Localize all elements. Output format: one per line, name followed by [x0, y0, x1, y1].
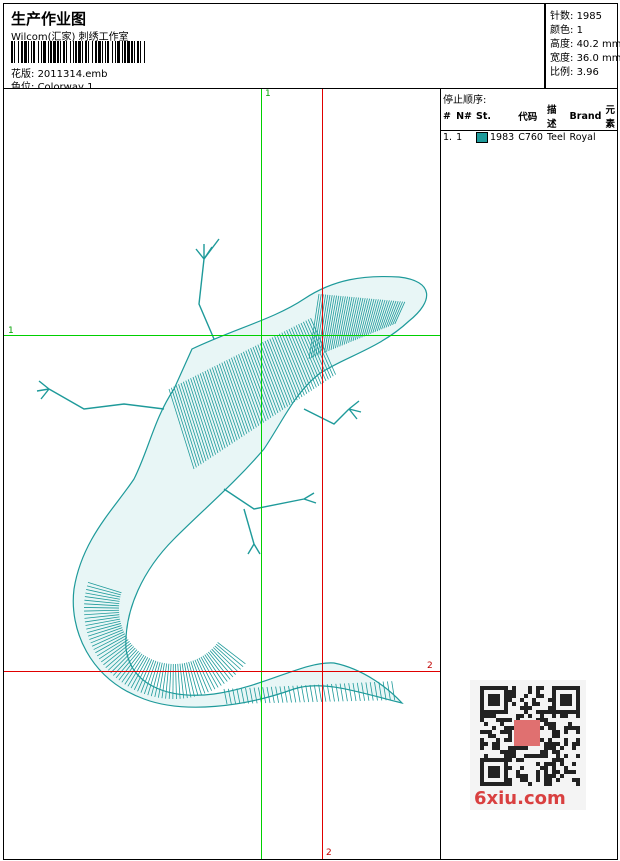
- col-desc: 描述: [546, 105, 557, 130]
- row-stitches: 1983: [474, 130, 517, 143]
- lizard-toe: [243, 508, 255, 545]
- guide-label-green-top: 1: [265, 89, 271, 99]
- qr-code-image: [480, 686, 580, 786]
- design-width: 宽度: 36.0 mm: [550, 53, 620, 64]
- lizard-body-shape: [72, 275, 428, 708]
- lizard-leg-rear-right: [223, 488, 305, 510]
- scale-ratio: 比例: 3.96: [550, 67, 599, 78]
- barcode: [11, 41, 145, 63]
- row-code: C760: [516, 130, 545, 143]
- design-canvas[interactable]: 1 1 2 2: [3, 88, 441, 860]
- col-n: N#: [456, 110, 472, 122]
- page-title: 生产作业图: [11, 10, 87, 28]
- stitch-count: 针数: 1985: [550, 11, 603, 22]
- col-code: 代码: [518, 112, 538, 123]
- col-element: 元素: [605, 105, 615, 130]
- row-desc: Teel: [544, 130, 568, 143]
- table-header-row: # N# St. 代码 描述 Brand 元素: [441, 102, 618, 131]
- lizard-leg-rear-left: [48, 388, 165, 410]
- col-brand: Brand: [569, 110, 602, 122]
- guide-label-red-bottom: 2: [326, 848, 332, 858]
- stats-panel: 针数: 1985 颜色: 1 高度: 40.2 mm 宽度: 36.0 mm 比…: [545, 3, 620, 89]
- stop-sequence-table: # N# St. 代码 描述 Brand 元素 1. 1 1983 C760 T…: [441, 102, 618, 143]
- header-panel: 生产作业图 Wilcom(汇家) 刺绣工作室 花版: 2011314.emb 色…: [3, 3, 545, 93]
- design-height: 高度: 40.2 mm: [550, 39, 620, 50]
- guide-label-green-left: 1: [8, 326, 14, 336]
- watermark-text: 6xiu.com: [474, 788, 566, 809]
- col-index: #: [443, 110, 451, 122]
- col-stitches: St.: [476, 110, 491, 122]
- qr-watermark: 6xiu.com: [470, 680, 586, 810]
- lizard-leg-front-left: [198, 238, 220, 340]
- guide-label-red-right: 2: [427, 661, 433, 671]
- row-n: 1: [454, 130, 474, 143]
- embroidery-design: [36, 238, 428, 708]
- horizontal-guide-red[interactable]: [4, 671, 440, 672]
- color-swatch: [476, 131, 488, 143]
- row-brand: Royal: [567, 130, 604, 143]
- row-index: 1.: [441, 130, 455, 143]
- color-count: 颜色: 1: [550, 25, 583, 36]
- row-element: [603, 130, 618, 143]
- table-row[interactable]: 1. 1 1983 C760 Teel Royal: [441, 130, 618, 143]
- horizontal-guide-green[interactable]: [4, 335, 440, 336]
- lizard-leg-front-right: [303, 408, 350, 425]
- vertical-guide-red[interactable]: [322, 89, 323, 859]
- vertical-guide-green[interactable]: [261, 89, 262, 859]
